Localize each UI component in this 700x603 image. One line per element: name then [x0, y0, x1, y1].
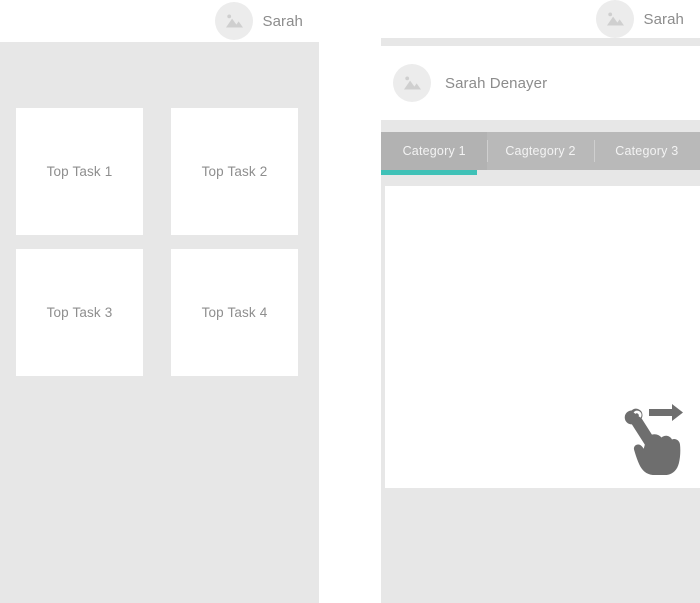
swipe-right-hand-icon — [623, 397, 689, 485]
tab-category-1[interactable]: Category 1 — [381, 132, 488, 170]
right-panel-divider — [381, 38, 700, 46]
tab-category-3[interactable]: Category 3 — [593, 132, 700, 170]
profile-name: Sarah Denayer — [445, 74, 548, 92]
left-user-name: Sarah — [262, 12, 303, 30]
right-panel-topbar: Sarah — [381, 0, 700, 38]
task-card-label: Top Task 4 — [201, 305, 268, 320]
image-placeholder-icon — [596, 0, 635, 38]
category-content-card[interactable] — [385, 186, 700, 488]
top-task-grid: Top Task 1 Top Task 2 Top Task 3 Top Tas… — [16, 108, 298, 390]
active-tab-indicator — [381, 170, 477, 175]
task-card-label: Top Task 1 — [46, 164, 113, 179]
tab-label: Category 1 — [402, 144, 466, 158]
tab-category-2[interactable]: Cagtegory 2 — [487, 132, 593, 170]
left-panel-topbar: Sarah — [0, 0, 319, 42]
profile-row[interactable]: Sarah Denayer — [381, 46, 700, 120]
task-card[interactable]: Top Task 1 — [16, 108, 143, 235]
task-card-label: Top Task 2 — [201, 164, 268, 179]
tab-label: Category 3 — [615, 144, 679, 158]
category-tabbar-wrap: Category 1 Cagtegory 2 Category 3 — [381, 132, 700, 175]
left-user-chip[interactable]: Sarah — [215, 2, 303, 40]
right-user-name: Sarah — [643, 10, 684, 28]
left-panel: Sarah Top Task 1 Top Task 2 Top Task 3 T… — [0, 0, 319, 603]
task-card[interactable]: Top Task 3 — [16, 249, 143, 376]
right-panel: Sarah Sarah Denayer Category 1 Cagtegory… — [381, 0, 700, 603]
task-card-label: Top Task 3 — [46, 305, 113, 320]
category-tabbar: Category 1 Cagtegory 2 Category 3 — [381, 132, 700, 170]
right-user-chip[interactable]: Sarah — [596, 0, 684, 38]
task-card[interactable]: Top Task 4 — [171, 249, 298, 376]
tab-label: Cagtegory 2 — [505, 144, 576, 158]
task-card[interactable]: Top Task 2 — [171, 108, 298, 235]
image-placeholder-icon — [215, 2, 254, 40]
image-placeholder-icon — [393, 64, 431, 102]
